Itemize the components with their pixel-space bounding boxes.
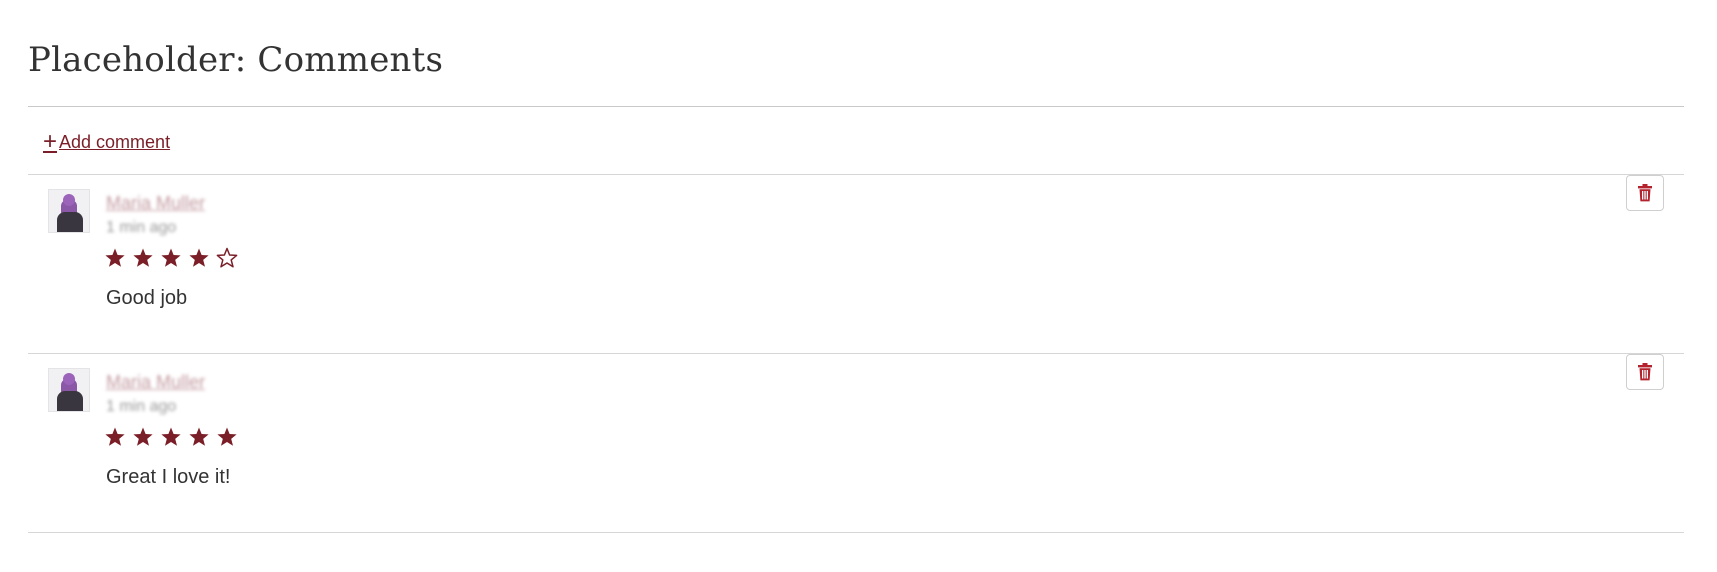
- star-filled-icon: [105, 248, 125, 267]
- star-filled-icon: [133, 248, 153, 267]
- comment-author-link[interactable]: Maria Muller: [106, 372, 205, 393]
- star-filled-icon: [217, 427, 237, 446]
- page-title: Placeholder: Comments: [28, 40, 444, 80]
- star-filled-icon: [189, 427, 209, 446]
- comment-text: Great I love it!: [106, 466, 231, 488]
- star-filled-icon: [133, 427, 153, 446]
- star-empty-icon: [216, 247, 238, 268]
- delete-comment-button[interactable]: [1626, 175, 1664, 211]
- title-divider: [28, 106, 1684, 107]
- trash-icon: [1638, 184, 1652, 202]
- delete-comment-button[interactable]: [1626, 354, 1664, 390]
- comment-item: Maria Muller 1 min ago Great I love it!: [28, 354, 1684, 533]
- comment-author-link[interactable]: Maria Muller: [106, 193, 205, 214]
- trash-icon: [1638, 363, 1652, 381]
- star-filled-icon: [105, 427, 125, 446]
- star-filled-icon: [189, 248, 209, 267]
- comment-text: Good job: [106, 287, 188, 309]
- plus-icon: +: [43, 128, 58, 155]
- comment-timestamp: 1 min ago: [106, 219, 177, 236]
- star-filled-icon: [161, 427, 181, 446]
- avatar: [48, 189, 90, 233]
- comment-item: Maria Muller 1 min ago Good job: [28, 175, 1684, 354]
- avatar: [48, 368, 90, 412]
- star-rating: [104, 426, 238, 448]
- comment-timestamp: 1 min ago: [106, 398, 177, 415]
- add-comment-label: Add comment: [59, 131, 171, 152]
- add-comment-link[interactable]: + Add comment: [43, 130, 170, 154]
- star-filled-icon: [161, 248, 181, 267]
- star-rating: [104, 247, 238, 269]
